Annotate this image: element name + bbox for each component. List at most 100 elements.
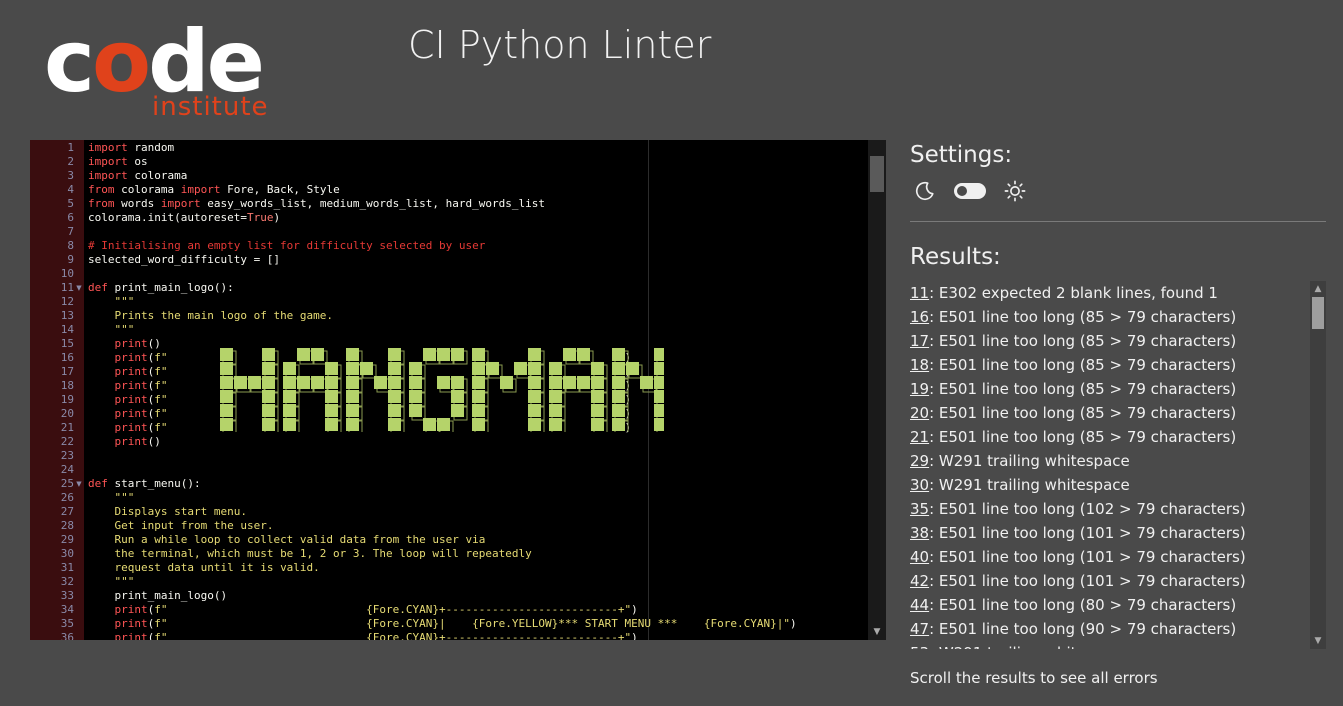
result-line-link[interactable]: 11 (910, 284, 929, 302)
result-message: : W291 trailing whitespace (929, 644, 1130, 649)
line-number: 31 (60, 561, 74, 574)
result-item: 16: E501 line too long (85 > 79 characte… (910, 305, 1236, 329)
line-number: 34 (60, 603, 74, 616)
line-number: 20 (60, 407, 74, 420)
result-item: 42: E501 line too long (101 > 79 charact… (910, 569, 1246, 593)
result-message: : E501 line too long (85 > 79 characters… (929, 404, 1237, 422)
editor-scrollbar-thumb[interactable] (870, 156, 884, 192)
ascii-letter (346, 348, 405, 432)
code-line: Displays start menu. (114, 505, 247, 518)
code-line: from words import easy_words_list, mediu… (88, 197, 545, 210)
code-line: def start_menu(): (88, 477, 201, 490)
line-number: 18 (60, 379, 74, 392)
code-line: print() (114, 337, 161, 350)
result-message: : E501 line too long (85 > 79 characters… (929, 428, 1237, 446)
code-institute-logo: code institute (44, 12, 274, 126)
result-message: : E302 expected 2 blank lines, found 1 (929, 284, 1218, 302)
editor-scroll-down-icon[interactable]: ▼ (871, 626, 883, 638)
ascii-letter (472, 348, 545, 432)
results-scroll-up-icon[interactable]: ▲ (1312, 283, 1324, 295)
results-scroll-down-icon[interactable]: ▼ (1312, 635, 1324, 647)
code-editor[interactable]: 1 2 3 4 5 6 7 8 9 10 11 ▼ 12 13 14 15 16 17 18 19 20 21 22 23 24… (30, 140, 886, 640)
result-item: 20: E501 line too long (85 > 79 characte… (910, 401, 1236, 425)
result-message: : E501 line too long (90 > 79 characters… (929, 620, 1237, 638)
result-item: 35: E501 line too long (102 > 79 charact… (910, 497, 1246, 521)
theme-toggle[interactable] (954, 183, 986, 199)
code-line: import colorama (88, 169, 188, 182)
logo-subtitle: institute (152, 92, 269, 122)
code-line: import os (88, 155, 148, 168)
line-number: 16 (60, 351, 74, 364)
result-message: : W291 trailing whitespace (929, 476, 1130, 494)
code-line: def print_main_logo(): (88, 281, 234, 294)
result-line-link[interactable]: 38 (910, 524, 929, 542)
result-item: 38: E501 line too long (101 > 79 charact… (910, 521, 1246, 545)
page-title: CI Python Linter (408, 23, 712, 67)
line-number: 26 (60, 491, 74, 504)
code-line: """ (114, 491, 135, 504)
result-item: 11: E302 expected 2 blank lines, found 1 (910, 281, 1218, 305)
line-number: 27 (60, 505, 74, 518)
code-line: print() (114, 435, 161, 448)
line-number: 23 (60, 449, 74, 462)
result-line-link[interactable]: 19 (910, 380, 929, 398)
result-item: 40: E501 line too long (101 > 79 charact… (910, 545, 1246, 569)
result-line-link[interactable]: 40 (910, 548, 929, 566)
line-number: 19 (60, 393, 74, 406)
code-line: """ (114, 295, 135, 308)
sun-icon (1004, 180, 1026, 202)
line-number-gutter: 1 2 3 4 5 6 7 8 9 10 11 ▼ 12 13 14 15 16 17 18 19 20 21 22 23 24… (30, 140, 84, 640)
result-message: : E501 line too long (101 > 79 character… (929, 572, 1246, 590)
result-item: 19: E501 line too long (85 > 79 characte… (910, 377, 1236, 401)
hangman-ascii-logo (220, 348, 664, 432)
line-number: 11 (60, 281, 74, 294)
editor-scrollbar[interactable]: ▼ (868, 140, 886, 640)
line-number: 5 (67, 197, 74, 210)
line-number: 28 (60, 519, 74, 532)
fold-toggle-icon[interactable]: ▼ (74, 477, 84, 491)
result-line-link[interactable]: 21 (910, 428, 929, 446)
results-scrollbar[interactable]: ▲ ▼ (1310, 281, 1326, 649)
line-number: 35 (60, 617, 74, 630)
fold-toggle-icon[interactable]: ▼ (74, 281, 84, 295)
result-message: : E501 line too long (101 > 79 character… (929, 524, 1246, 542)
result-line-link[interactable]: 53 (910, 644, 929, 649)
line-number: 33 (60, 589, 74, 602)
result-line-link[interactable]: 30 (910, 476, 929, 494)
result-message: : E501 line too long (101 > 79 character… (929, 548, 1246, 566)
line-number: 22 (60, 435, 74, 448)
result-line-link[interactable]: 42 (910, 572, 929, 590)
result-line-link[interactable]: 29 (910, 452, 929, 470)
ascii-letter (220, 348, 279, 432)
line-number: 36 (60, 631, 74, 640)
result-line-link[interactable]: 20 (910, 404, 929, 422)
code-line: from colorama import Fore, Back, Style (88, 183, 340, 196)
result-line-link[interactable]: 47 (910, 620, 929, 638)
code-line: Prints the main logo of the game. (114, 309, 334, 322)
results-list[interactable]: 11: E302 expected 2 blank lines, found 1… (910, 281, 1308, 649)
results-scrollbar-thumb[interactable] (1312, 297, 1324, 329)
settings-divider (910, 221, 1326, 222)
result-line-link[interactable]: 18 (910, 356, 929, 374)
result-message: : E501 line too long (85 > 79 characters… (929, 332, 1237, 350)
line-number: 30 (60, 547, 74, 560)
line-number: 15 (60, 337, 74, 350)
code-line: print(f" {Fore.CYAN}| {Fore.YELLOW}*** S… (114, 617, 797, 630)
line-number: 12 (60, 295, 74, 308)
line-number: 2 (67, 155, 74, 168)
result-line-link[interactable]: 17 (910, 332, 929, 350)
line-number: 21 (60, 421, 74, 434)
results-title: Results: (910, 244, 1001, 270)
result-line-link[interactable]: 16 (910, 308, 929, 326)
result-line-link[interactable]: 35 (910, 500, 929, 518)
result-line-link[interactable]: 44 (910, 596, 929, 614)
result-item: 29: W291 trailing whitespace (910, 449, 1130, 473)
line-number: 32 (60, 575, 74, 588)
result-item: 53: W291 trailing whitespace (910, 641, 1130, 649)
line-number: 10 (60, 267, 74, 280)
code-line: import random (88, 141, 175, 154)
line-number: 13 (60, 309, 74, 322)
line-number: 1 (67, 141, 74, 154)
logo-wordmark: code (44, 12, 265, 112)
code-line: print(f" {Fore.CYAN}+-------------------… (114, 631, 638, 640)
